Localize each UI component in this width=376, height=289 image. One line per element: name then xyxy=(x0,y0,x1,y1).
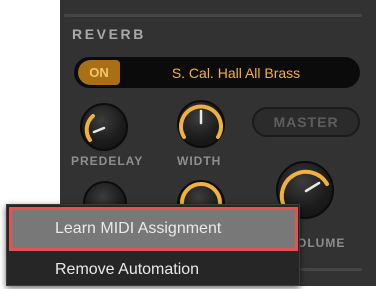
predelay-label: PREDELAY xyxy=(71,154,144,168)
panel-divider-top xyxy=(64,14,362,17)
volume-label: VOLUME xyxy=(300,236,346,250)
predelay-knob[interactable] xyxy=(80,103,128,151)
on-toggle-button[interactable]: ON xyxy=(78,60,120,85)
panel-divider-bottom xyxy=(300,268,362,271)
master-button[interactable]: MASTER xyxy=(252,107,360,137)
section-title: REVERB xyxy=(72,26,146,42)
width-knob[interactable] xyxy=(177,100,225,148)
volume-label-clip: VOLUME xyxy=(300,236,360,256)
width-knob-indicator xyxy=(199,109,203,125)
menu-item-learn-midi-assignment[interactable]: Learn MIDI Assignment xyxy=(9,207,298,251)
preset-name[interactable]: S. Cal. Hall All Brass xyxy=(126,60,346,85)
predelay-knob-indicator xyxy=(92,126,106,134)
width-label: WIDTH xyxy=(177,154,222,168)
context-menu: Learn MIDI Assignment Remove Automation xyxy=(6,204,300,286)
menu-item-remove-automation[interactable]: Remove Automation xyxy=(7,251,299,289)
